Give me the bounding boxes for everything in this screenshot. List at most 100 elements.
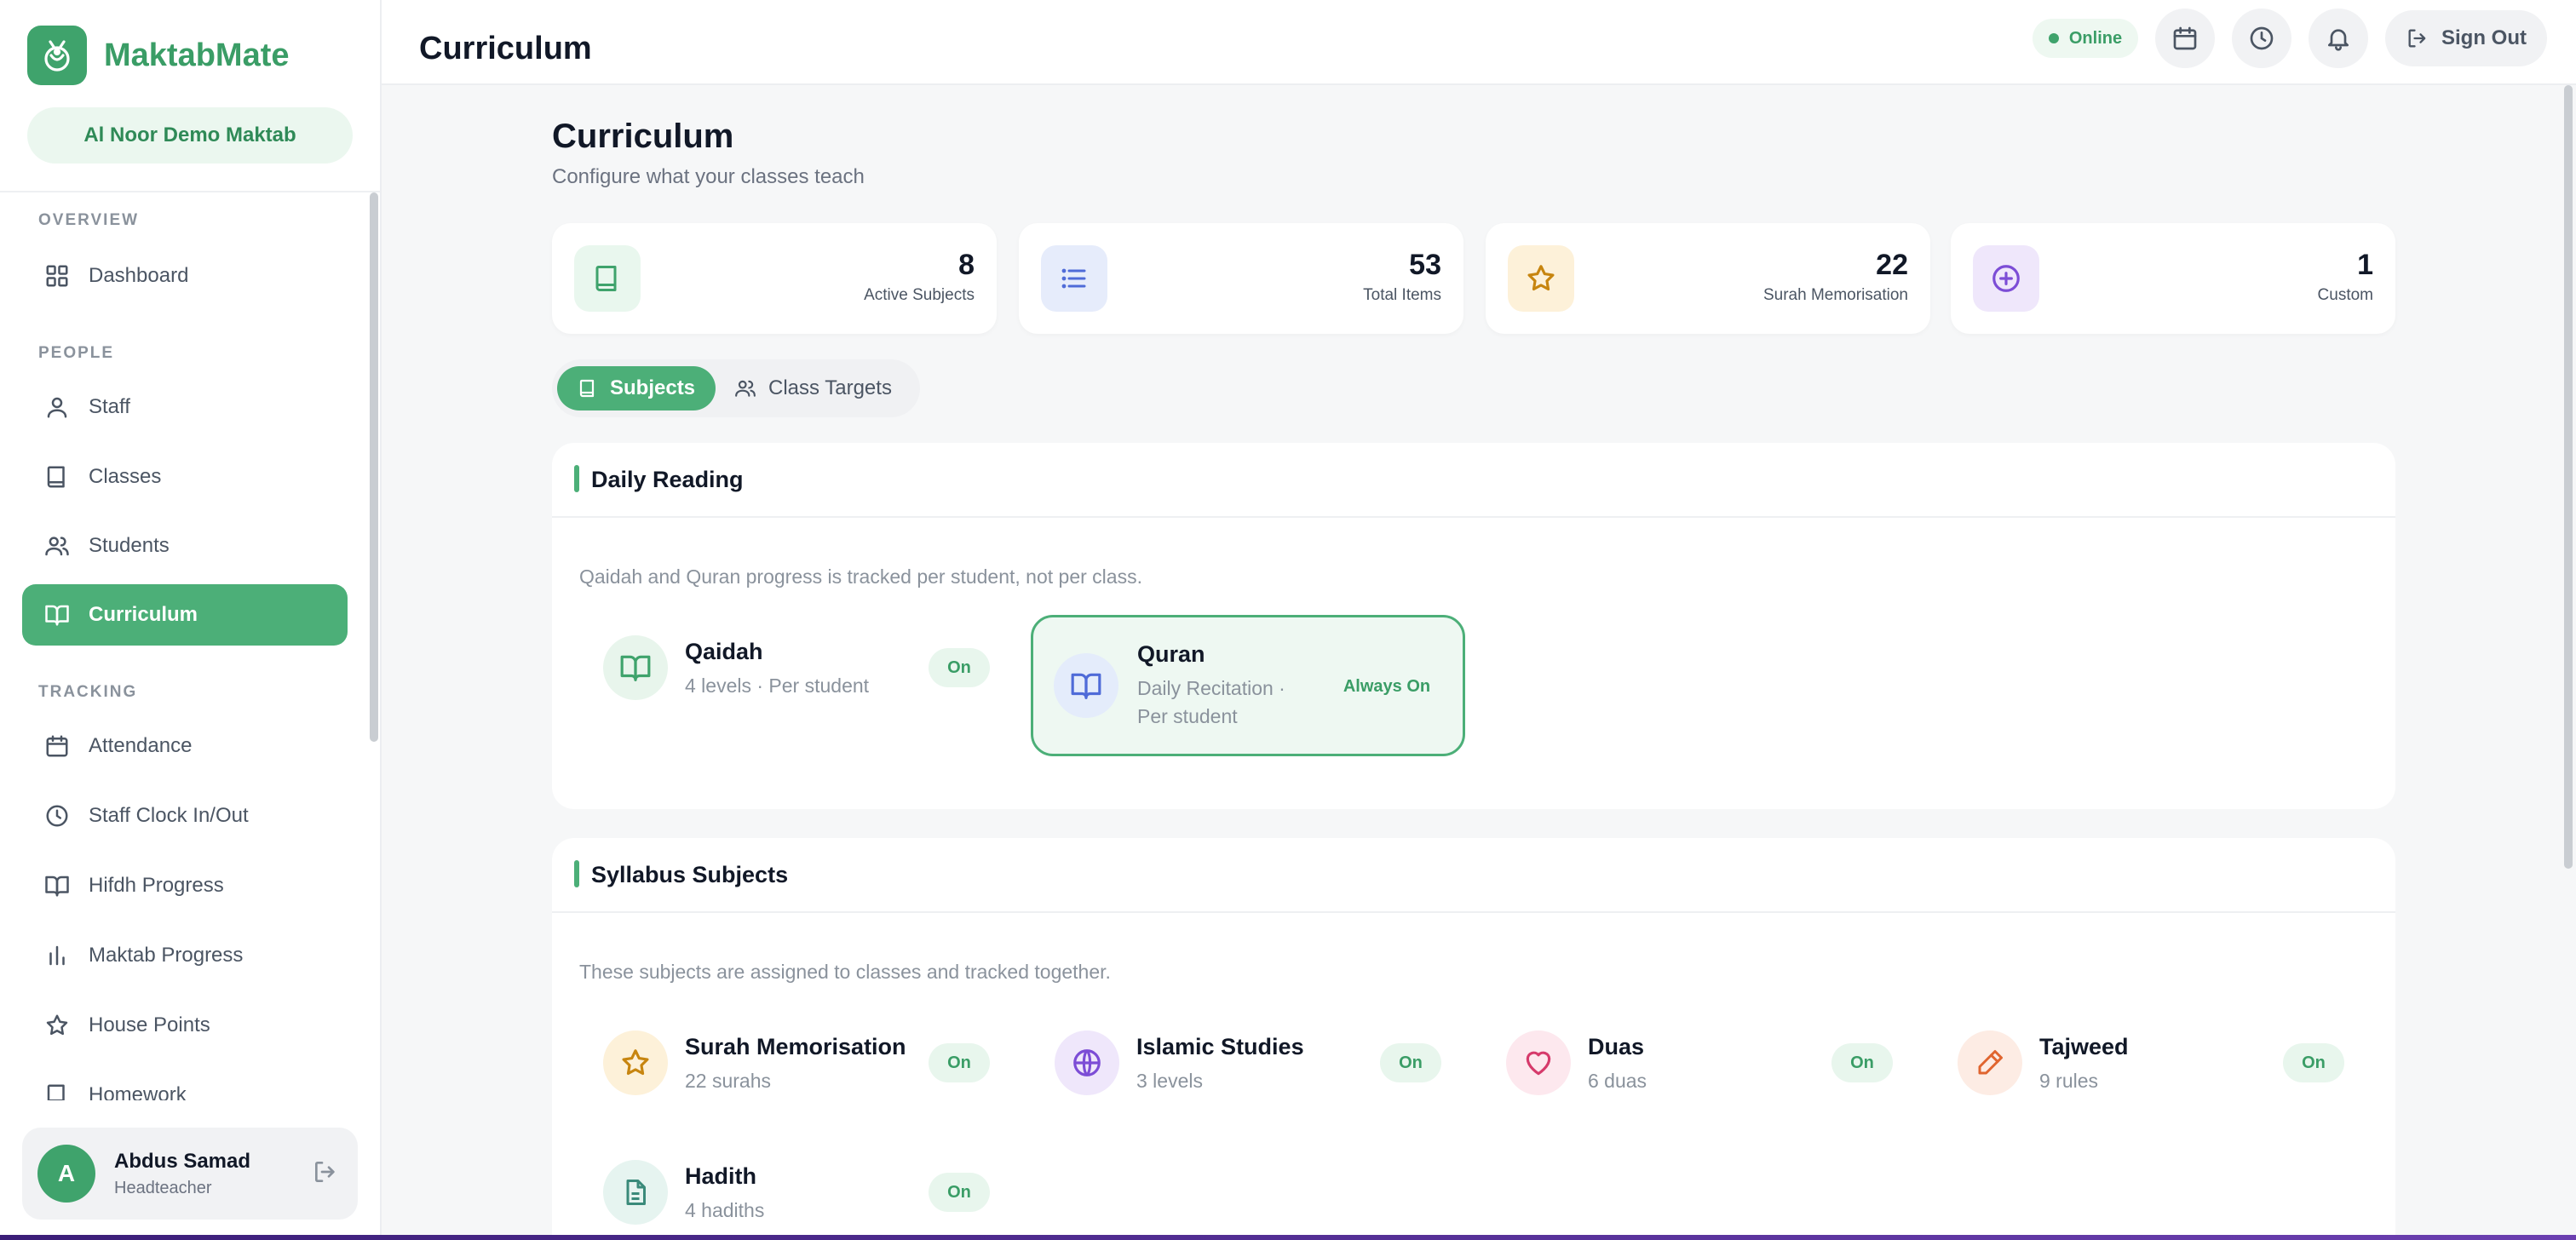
- book-icon: [43, 462, 72, 491]
- subject-meta: 4 hadiths: [685, 1199, 765, 1221]
- brand-name: MaktabMate: [104, 37, 290, 73]
- logout-icon[interactable]: [312, 1158, 339, 1185]
- stat-label: Surah Memorisation: [1762, 286, 1908, 304]
- stat-card-active-subjects: 8 Active Subjects: [552, 223, 997, 334]
- sidebar-item-curriculum[interactable]: Curriculum: [22, 584, 348, 646]
- tab-label: Subjects: [610, 376, 696, 399]
- subject-card-hadith[interactable]: Hadith 4 hadiths On: [552, 1141, 990, 1240]
- subject-name: Duas: [1588, 1034, 1645, 1059]
- sidebar-item-label: Attendance: [89, 734, 193, 757]
- section-label-overview: OVERVIEW: [38, 211, 140, 229]
- dashboard-grid-icon: [43, 261, 72, 290]
- sidebar-item-maktab-progress[interactable]: Maktab Progress: [22, 925, 348, 986]
- subject-meta: 22 surahs: [685, 1070, 772, 1092]
- sidebar-item-staff[interactable]: Staff: [22, 376, 348, 438]
- notifications-button[interactable]: [2309, 9, 2368, 68]
- sidebar-scrollbar[interactable]: [370, 192, 378, 742]
- users-icon: [734, 377, 756, 399]
- subject-meta: 3 levels: [1136, 1070, 1203, 1092]
- subject-card-qaidah[interactable]: Qaidah 4 levels · Per student On: [552, 617, 990, 719]
- clock-icon: [2248, 25, 2275, 52]
- subject-meta-line2: Per student: [1137, 705, 1238, 727]
- subject-toggle[interactable]: On: [1380, 1043, 1441, 1082]
- sidebar-item-students[interactable]: Students: [22, 515, 348, 577]
- panel-accent-bar: [574, 465, 579, 492]
- panel-description: Qaidah and Quran progress is tracked per…: [579, 565, 1142, 588]
- top-bar: Curriculum Online Sign Out: [382, 0, 2576, 85]
- subject-toggle[interactable]: On: [1831, 1043, 1893, 1082]
- stat-value: 53: [1409, 249, 1441, 281]
- user-name: Abdus Samad: [114, 1149, 251, 1173]
- clock-button[interactable]: [2232, 9, 2291, 68]
- page-title: Curriculum: [552, 118, 734, 155]
- star-icon: [43, 1011, 72, 1040]
- panel-description: These subjects are assigned to classes a…: [579, 961, 1111, 983]
- avatar: A: [37, 1145, 95, 1203]
- status-text: Online: [2068, 28, 2123, 48]
- subject-toggle[interactable]: On: [929, 1173, 990, 1212]
- stat-card-custom: 1 Custom: [1951, 223, 2395, 334]
- star-icon: [1508, 245, 1574, 312]
- subject-toggle[interactable]: On: [929, 648, 990, 687]
- sign-out-label: Sign Out: [2441, 26, 2527, 49]
- subject-name: Qaidah: [685, 639, 763, 664]
- sidebar-item-dashboard[interactable]: Dashboard: [22, 245, 348, 307]
- sidebar-item-staff-clock[interactable]: Staff Clock In/Out: [22, 785, 348, 847]
- calendar-button[interactable]: [2155, 9, 2215, 68]
- maktab-switcher[interactable]: Al Noor Demo Maktab: [27, 107, 353, 164]
- syllabus-subjects-panel: Syllabus Subjects These subjects are ass…: [552, 838, 2395, 1240]
- tab-subjects[interactable]: Subjects: [557, 366, 716, 410]
- calendar-icon: [2171, 25, 2199, 52]
- main-scrollbar[interactable]: [2564, 85, 2573, 869]
- bar-chart-icon: [43, 941, 72, 970]
- page-subtitle: Configure what your classes teach: [552, 165, 865, 188]
- sidebar-item-label: Homework: [89, 1083, 187, 1100]
- sidebar-item-classes[interactable]: Classes: [22, 446, 348, 508]
- plus-circle-icon: [1973, 245, 2039, 312]
- brand[interactable]: MaktabMate: [27, 26, 290, 85]
- globe-icon: [1055, 1030, 1119, 1095]
- bell-icon: [2325, 25, 2352, 52]
- header-title: Curriculum: [419, 31, 592, 66]
- subject-card-quran[interactable]: Quran Daily Recitation · Per student Alw…: [1031, 615, 1465, 756]
- subject-toggle[interactable]: On: [2283, 1043, 2344, 1082]
- panel-header: Syllabus Subjects: [552, 838, 2395, 913]
- open-book-icon: [43, 871, 72, 900]
- status-badge: Online: [2033, 19, 2138, 58]
- subject-meta: 6 duas: [1588, 1070, 1647, 1092]
- subject-card-surah-memorisation[interactable]: Surah Memorisation 22 surahs On: [552, 1012, 990, 1114]
- sidebar-item-label: Maktab Progress: [89, 944, 244, 967]
- sidebar-item-hifdh-progress[interactable]: Hifdh Progress: [22, 855, 348, 916]
- book-icon: [578, 378, 598, 399]
- section-label-tracking: TRACKING: [38, 683, 138, 701]
- stat-value: 8: [958, 249, 975, 281]
- document-icon: [603, 1160, 668, 1225]
- subject-name: Tajweed: [2039, 1034, 2129, 1059]
- sidebar-item-house-points[interactable]: House Points: [22, 995, 348, 1056]
- stat-card-surah-memorisation: 22 Surah Memorisation: [1486, 223, 1930, 334]
- users-icon: [43, 531, 72, 560]
- tab-class-targets[interactable]: Class Targets: [714, 366, 912, 410]
- list-icon: [1041, 245, 1107, 312]
- tab-label: Class Targets: [768, 376, 892, 399]
- subject-card-duas[interactable]: Duas 6 duas On: [1455, 1012, 1893, 1114]
- online-dot-icon: [2048, 33, 2059, 43]
- subject-card-tajweed[interactable]: Tajweed 9 rules On: [1906, 1012, 2344, 1114]
- stat-card-total-items: 53 Total Items: [1019, 223, 1463, 334]
- sign-out-button[interactable]: Sign Out: [2385, 10, 2547, 66]
- subject-status: Always On: [1343, 676, 1431, 696]
- subject-card-islamic-studies[interactable]: Islamic Studies 3 levels On: [1003, 1012, 1441, 1114]
- sidebar-item-homework[interactable]: Homework: [22, 1065, 348, 1100]
- subject-name: Surah Memorisation: [685, 1034, 906, 1059]
- panel-title: Syllabus Subjects: [591, 862, 789, 887]
- brand-logo-icon: [27, 26, 87, 85]
- sidebar-item-attendance[interactable]: Attendance: [22, 715, 348, 777]
- user-card[interactable]: A Abdus Samad Headteacher: [22, 1128, 358, 1220]
- tab-bar: Subjects Class Targets: [552, 359, 920, 417]
- sidebar-item-label: Students: [89, 534, 170, 557]
- subject-toggle[interactable]: On: [929, 1043, 990, 1082]
- sidebar-item-label: Classes: [89, 465, 162, 488]
- star-icon: [603, 1030, 668, 1095]
- stat-label: Total Items: [1363, 286, 1441, 304]
- subject-name: Islamic Studies: [1136, 1034, 1304, 1059]
